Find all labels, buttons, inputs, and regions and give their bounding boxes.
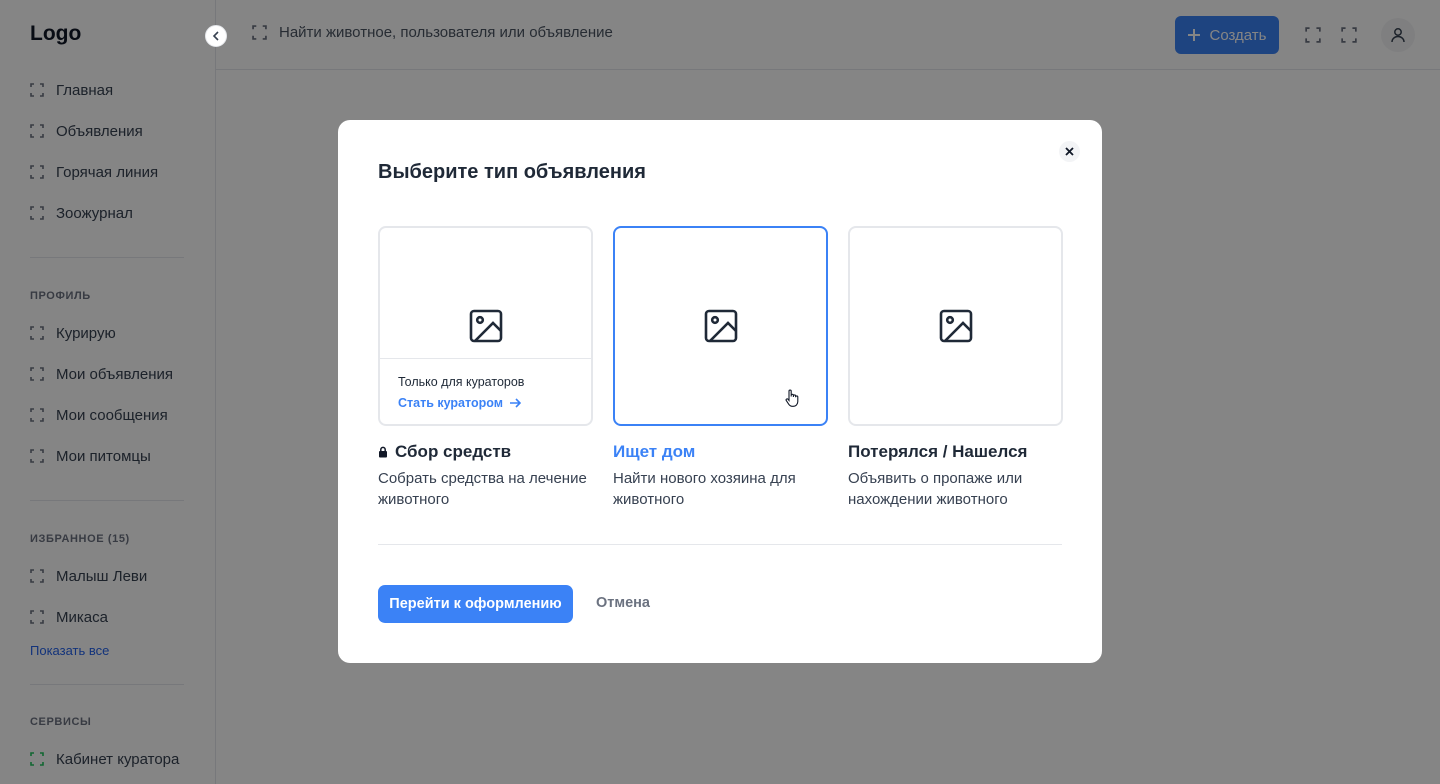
cancel-button[interactable]: Отмена <box>596 595 650 611</box>
ad-type-modal: Выберите тип объявления Только для курат… <box>338 120 1102 663</box>
proceed-button[interactable]: Перейти к оформлению <box>378 585 573 623</box>
option-description: Объявить о пропаже или нахождении животн… <box>848 470 1023 508</box>
arrow-right-icon <box>509 398 521 408</box>
option-title-label: Потерялся / Нашелся <box>848 442 1028 461</box>
option-title-fundraising[interactable]: Сбор средств <box>378 442 511 462</box>
option-card-lost-found[interactable] <box>848 226 1063 426</box>
close-button[interactable] <box>1059 141 1080 162</box>
image-icon <box>939 309 972 343</box>
option-title-lost-found[interactable]: Потерялся / Нашелся <box>848 442 1027 462</box>
become-curator-link[interactable]: Стать куратором <box>398 396 573 410</box>
close-icon <box>1065 147 1074 156</box>
option-title-label: Сбор средств <box>395 442 512 461</box>
image-icon <box>704 309 737 343</box>
collapse-sidebar-button[interactable] <box>205 25 227 47</box>
option-title-label: Ищет дом <box>613 442 696 461</box>
modal-divider <box>378 544 1062 545</box>
curators-only-text: Только для кураторов <box>398 375 525 389</box>
hand-cursor-icon <box>785 389 799 407</box>
option-description: Собрать средства на лечение животного <box>378 470 587 508</box>
option-card-fundraising[interactable]: Только для кураторов Стать куратором <box>378 226 593 426</box>
modal-title: Выберите тип объявления <box>378 161 646 183</box>
option-description: Найти нового хозяина для животного <box>613 470 796 508</box>
lock-icon <box>379 446 387 458</box>
become-curator-label: Стать куратором <box>398 396 503 410</box>
option-title-looking-for-home[interactable]: Ищет дом <box>613 442 695 462</box>
curators-only-notice: Только для кураторов Стать куратором <box>380 358 591 424</box>
image-icon <box>469 309 502 343</box>
chevron-left-icon <box>212 31 219 41</box>
